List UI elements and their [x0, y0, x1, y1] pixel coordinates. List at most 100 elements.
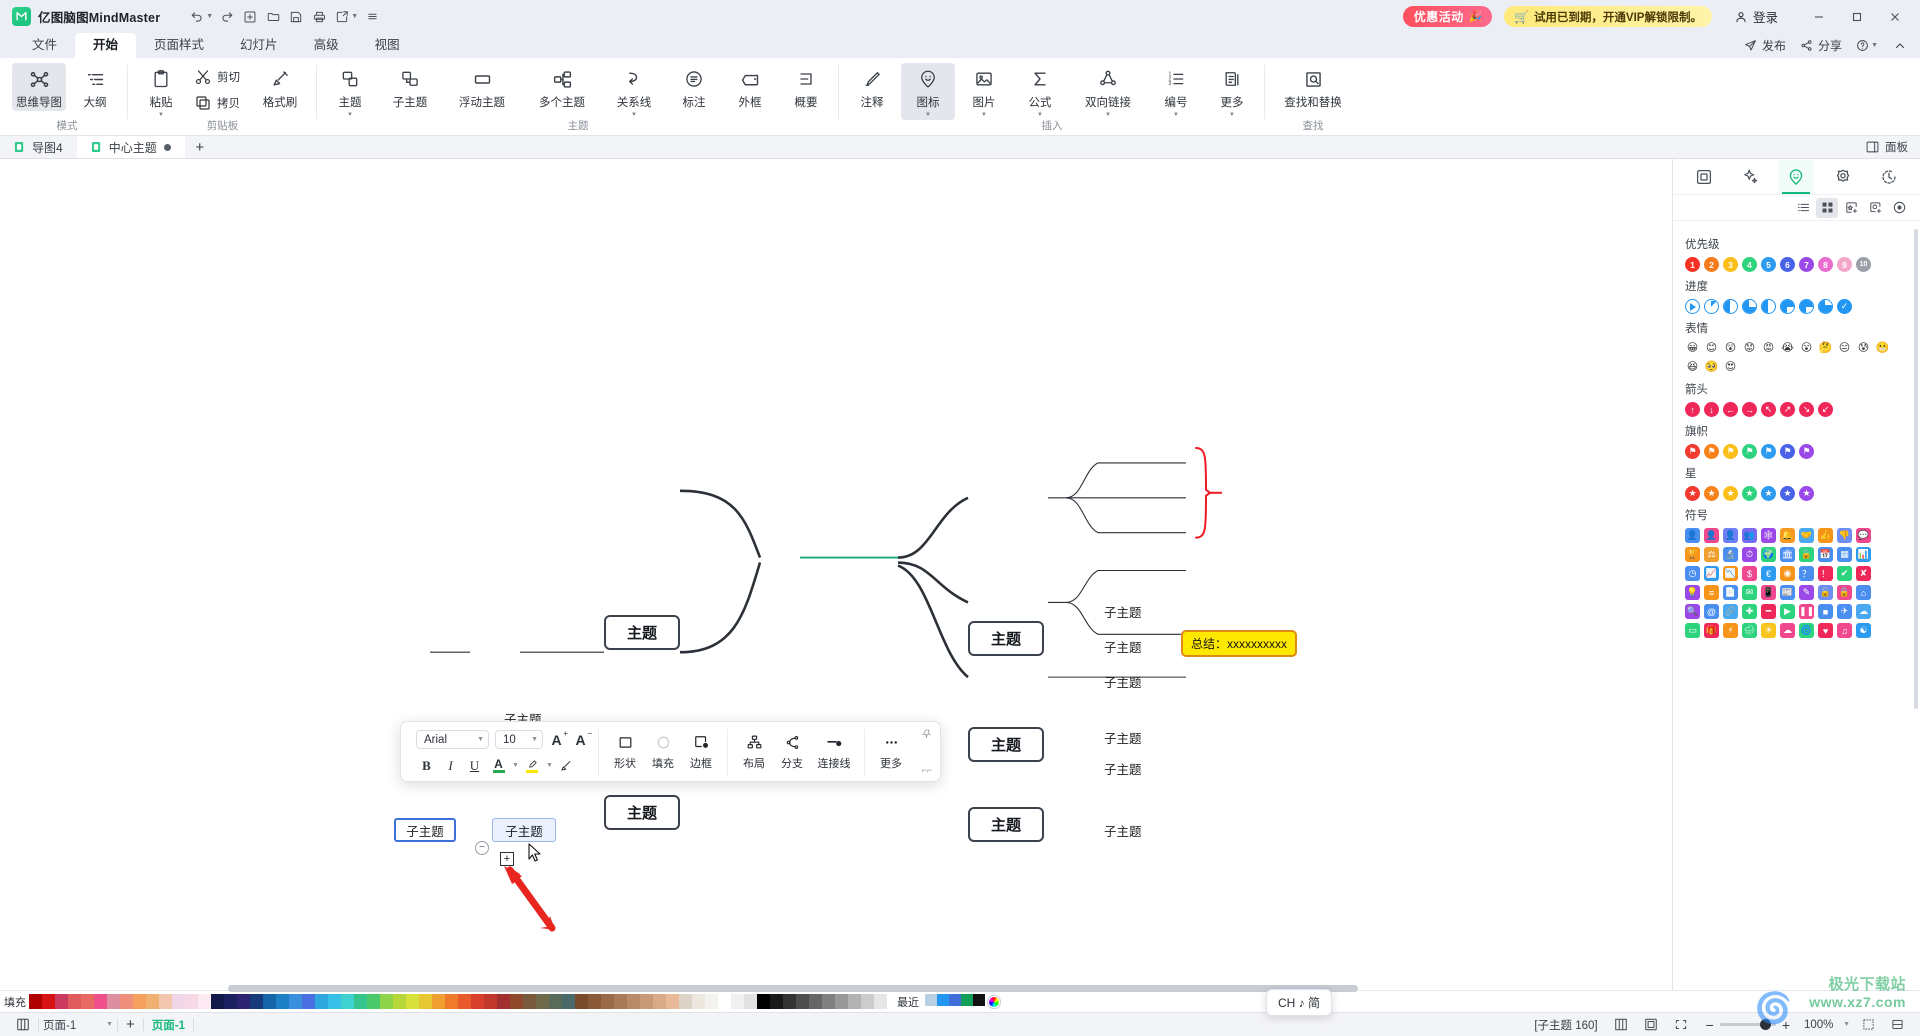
split-view-button[interactable]: [1854, 1013, 1883, 1036]
more-insert-dropdown-icon[interactable]: ▼: [1229, 111, 1235, 119]
resize-handle-icon[interactable]: ⌐⌐: [921, 765, 932, 775]
palette-swatch-cool-1[interactable]: [224, 994, 237, 1009]
emoji-icon-5[interactable]: 😡: [1761, 341, 1776, 356]
arrow-icon-up[interactable]: ↑: [1685, 402, 1700, 417]
italic-button[interactable]: I: [440, 755, 461, 776]
icon-dropdown-icon[interactable]: ▼: [925, 111, 931, 119]
minimize-button[interactable]: [1800, 0, 1838, 33]
customize-qat-icon[interactable]: [361, 6, 383, 28]
callout-button[interactable]: 标注: [667, 63, 721, 111]
ribbon-tab-file[interactable]: 文件: [14, 33, 75, 58]
undo-dropdown-icon[interactable]: ▼: [206, 13, 213, 20]
symbol-icon-1-1[interactable]: ⚖: [1704, 547, 1719, 562]
zoom-level-select[interactable]: 100% ▼: [1800, 1013, 1854, 1036]
symbol-icon-1-2[interactable]: 🔬: [1723, 547, 1738, 562]
formula-dropdown-icon[interactable]: ▼: [1037, 111, 1043, 119]
palette-swatch-green-9[interactable]: [510, 994, 523, 1009]
highlight-button[interactable]: [522, 755, 543, 776]
flag-icon-yellow[interactable]: ⚑: [1723, 444, 1738, 459]
palette-swatch-cool-4[interactable]: [263, 994, 276, 1009]
symbol-icon-2-6[interactable]: ？: [1799, 566, 1814, 581]
palette-swatch-green-12[interactable]: [549, 994, 562, 1009]
symbol-icon-4-3[interactable]: ✚: [1742, 604, 1757, 619]
relationship-line-button[interactable]: 关系线 ▼: [603, 63, 665, 120]
palette-swatch-warm-10[interactable]: [159, 994, 172, 1009]
bidirectional-link-button[interactable]: 双向链接 ▼: [1069, 63, 1147, 120]
collapse-ribbon-button[interactable]: [1894, 40, 1906, 52]
palette-swatch-green-4[interactable]: [445, 994, 458, 1009]
emoji-icon-6[interactable]: 😭: [1780, 341, 1795, 356]
palette-swatch-cool-5[interactable]: [276, 994, 289, 1009]
fill-tool[interactable]: 填充: [644, 729, 682, 773]
star-icon-red[interactable]: ★: [1685, 486, 1700, 501]
topic-node-2[interactable]: 主题: [604, 795, 680, 830]
symbol-icon-5-8[interactable]: ♫: [1837, 623, 1852, 638]
priority-icon-3[interactable]: 3: [1723, 257, 1738, 272]
connector-tool[interactable]: 连接线: [811, 729, 857, 773]
save-icon[interactable]: [285, 6, 307, 28]
palette-swatch-warm-8[interactable]: [133, 994, 146, 1009]
doc-tab-map4[interactable]: 导图4: [0, 136, 77, 158]
tab-settings[interactable]: [1826, 160, 1860, 194]
arrow-icon-up-right[interactable]: ↗: [1780, 402, 1795, 417]
subtopic-right-2[interactable]: 子主题: [1100, 637, 1146, 655]
symbol-icon-3-1[interactable]: ≡: [1704, 585, 1719, 600]
palette-swatch-cool-7[interactable]: [302, 994, 315, 1009]
flag-icon-purple[interactable]: ⚑: [1799, 444, 1814, 459]
symbol-icon-2-9[interactable]: ✘: [1856, 566, 1871, 581]
canvas-horizontal-scrollbar[interactable]: [228, 985, 1358, 992]
progress-icon-75[interactable]: [1799, 299, 1814, 314]
palette-swatch-warm-1[interactable]: [42, 994, 55, 1009]
border-tool[interactable]: 边框: [682, 729, 720, 773]
symbol-icon-4-4[interactable]: ━: [1761, 604, 1776, 619]
arrow-icon-up-left[interactable]: ↖: [1761, 402, 1776, 417]
palette-swatch-warm-7[interactable]: [120, 994, 133, 1009]
priority-icon-8[interactable]: 8: [1818, 257, 1833, 272]
palette-swatch-gray-4[interactable]: [809, 994, 822, 1009]
palette-swatch-extra-0[interactable]: [575, 994, 588, 1009]
palette-swatch-green-0[interactable]: [393, 994, 406, 1009]
symbol-icon-0-7[interactable]: 👍: [1818, 528, 1833, 543]
image-button[interactable]: 图片 ▼: [957, 63, 1011, 120]
decrease-font-size-button[interactable]: A −: [570, 729, 592, 750]
palette-swatch-warm-9[interactable]: [146, 994, 159, 1009]
actual-size-button[interactable]: [1636, 1013, 1666, 1036]
subtopic-right-4[interactable]: 子主题: [1100, 728, 1146, 746]
star-icon-yellow[interactable]: ★: [1723, 486, 1738, 501]
paste-dropdown-icon[interactable]: ▼: [158, 111, 164, 119]
flag-icon-blue[interactable]: ⚑: [1761, 444, 1776, 459]
symbol-icon-5-2[interactable]: ⚡: [1723, 623, 1738, 638]
relationship-line-dropdown-icon[interactable]: ▼: [631, 111, 637, 119]
symbol-icon-3-4[interactable]: 📱: [1761, 585, 1776, 600]
page-grid-button[interactable]: [8, 1013, 38, 1036]
palette-swatch-extra-6[interactable]: [653, 994, 666, 1009]
progress-icon-100[interactable]: ✓: [1837, 299, 1852, 314]
active-page-tab[interactable]: 页面-1: [144, 1013, 193, 1036]
symbol-icon-1-0[interactable]: 🏆: [1685, 547, 1700, 562]
palette-swatch-cool-8[interactable]: [315, 994, 328, 1009]
formula-button[interactable]: 公式 ▼: [1013, 63, 1067, 120]
more-tool[interactable]: 更多: [872, 729, 910, 773]
mindmap-canvas[interactable]: 主题 主题 主题 主题 主题 子主题 子主题 子主题 子主题 子主题 子主题 总…: [0, 159, 1672, 990]
recent-color-1[interactable]: [937, 994, 949, 1006]
trial-expired-badge[interactable]: 🛒 试用已到期，开通VIP解锁限制。: [1503, 6, 1712, 27]
copy-button[interactable]: 拷贝: [190, 91, 247, 115]
palette-swatch-green-1[interactable]: [406, 994, 419, 1009]
palette-swatch-cool-2[interactable]: [237, 994, 250, 1009]
symbol-icon-2-8[interactable]: ✔: [1837, 566, 1852, 581]
symbol-icon-1-7[interactable]: 📅: [1818, 547, 1833, 562]
arrow-icon-down-left[interactable]: ↙: [1818, 402, 1833, 417]
palette-swatch-extra-10[interactable]: [705, 994, 718, 1009]
symbol-icon-0-4[interactable]: 🕸: [1761, 528, 1776, 543]
arrow-icon-left[interactable]: ←: [1723, 402, 1738, 417]
symbol-icon-4-2[interactable]: 🔗: [1723, 604, 1738, 619]
palette-swatch-cool-6[interactable]: [289, 994, 302, 1009]
symbol-icon-2-1[interactable]: 📈: [1704, 566, 1719, 581]
star-icon-purple[interactable]: ★: [1799, 486, 1814, 501]
subtopic-right-1[interactable]: 子主题: [1100, 602, 1146, 620]
palette-swatch-cool-13[interactable]: [380, 994, 393, 1009]
font-family-select[interactable]: Arial ▼: [416, 730, 489, 749]
symbol-icon-5-5[interactable]: ☁: [1780, 623, 1795, 638]
symbol-icon-4-7[interactable]: ■: [1818, 604, 1833, 619]
palette-swatch-gray-7[interactable]: [848, 994, 861, 1009]
